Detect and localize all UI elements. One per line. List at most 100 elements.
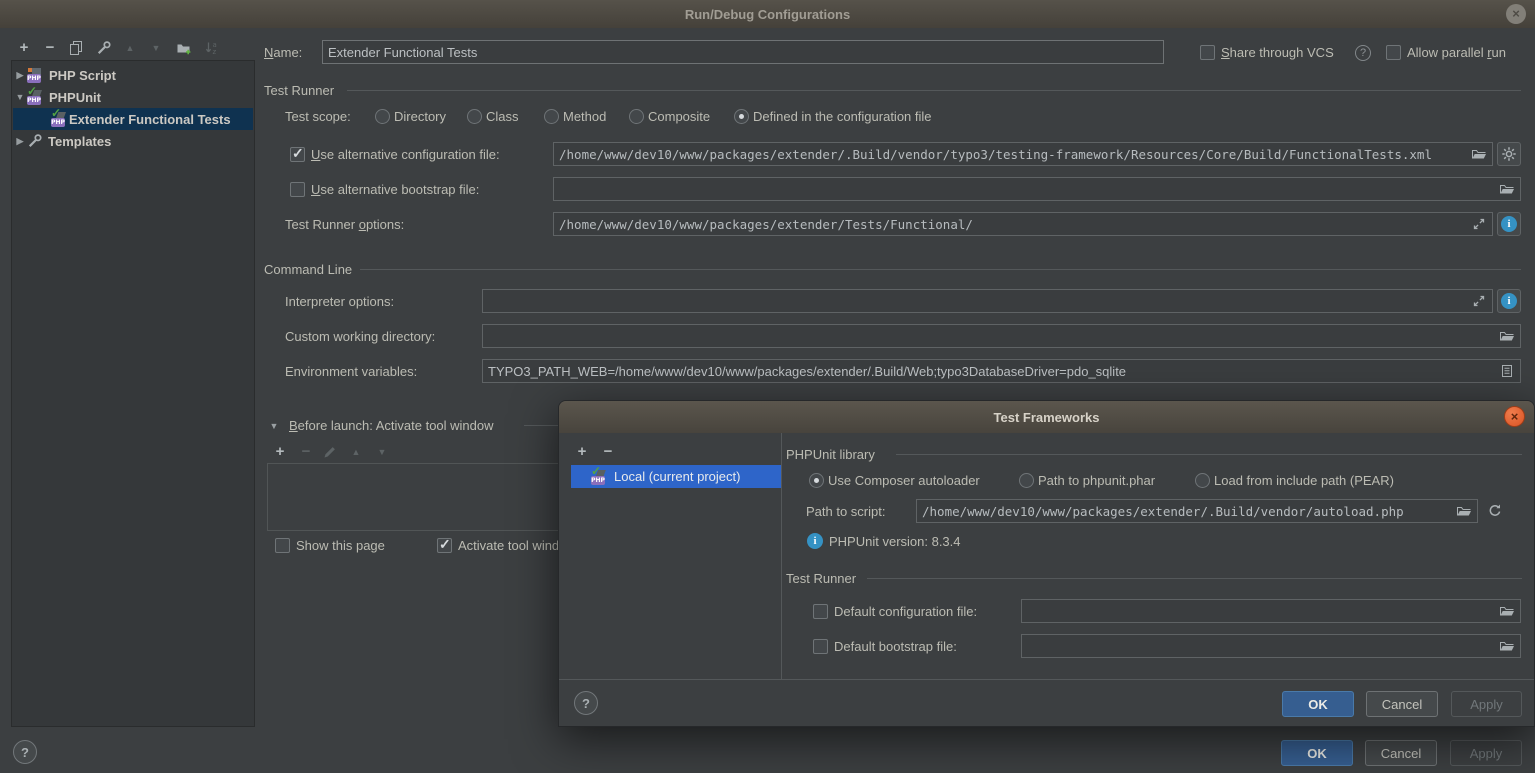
remove-framework-button[interactable]: − [600,444,616,460]
test-runner-options-input[interactable]: /home/www/dev10/www/packages/extender/Te… [553,212,1493,236]
ok-button[interactable]: OK [1281,740,1353,766]
add-framework-button[interactable]: + [574,444,590,460]
share-through-vcs-label: Share through VCS [1221,45,1334,60]
tree-item-php-script[interactable]: ▶ PHP PHP Script [13,64,253,86]
scope-method-radio[interactable] [544,109,559,124]
folder-icon[interactable] [1471,146,1487,162]
dialog-test-runner-section-title: Test Runner [786,571,856,586]
include-path-radio[interactable] [1195,473,1210,488]
interpreter-info-button[interactable]: i [1497,289,1521,313]
phpunit-icon: ✓PHP [591,469,609,485]
default-config-input[interactable] [1021,599,1521,623]
chevron-right-icon[interactable]: ▶ [13,70,27,81]
scope-class-label: Class [486,109,519,124]
dialog-title: Test Frameworks [994,410,1100,425]
before-launch-title: Before launch: Activate tool window [289,418,494,433]
window-titlebar[interactable]: Run/Debug Configurations [0,0,1535,28]
interpreter-options-input[interactable] [482,289,1493,313]
folder-icon[interactable] [1456,503,1472,519]
help-icon[interactable]: ? [1355,45,1371,61]
run-debug-configurations-window: Run/Debug Configurations × + − ▲ ▼ ▶ PHP… [0,0,1535,773]
folder-icon[interactable] [1499,603,1515,619]
runner-options-info-button[interactable]: i [1497,212,1521,236]
path-to-script-label: Path to script: [806,504,885,519]
composer-autoloader-radio[interactable] [809,473,824,488]
close-icon[interactable]: × [1504,406,1525,427]
tree-item-label: Templates [48,134,111,149]
refresh-icon[interactable] [1487,503,1503,519]
framework-list-item[interactable]: ✓PHP Local (current project) [571,465,781,488]
gear-icon [1501,146,1517,162]
expand-icon[interactable] [1471,293,1487,309]
allow-parallel-run-checkbox[interactable] [1386,45,1401,60]
dialog-cancel-button[interactable]: Cancel [1366,691,1438,717]
sort-alphabetically-icon [204,40,220,56]
share-through-vcs-checkbox[interactable] [1200,45,1215,60]
chevron-right-icon[interactable]: ▶ [13,136,27,147]
info-icon: i [1501,293,1517,309]
remove-configuration-button[interactable]: − [42,40,58,56]
alt-bootstrap-file-input[interactable] [553,177,1521,201]
name-label: Name: [264,45,302,60]
activate-tool-window-checkbox[interactable] [437,538,452,553]
framework-list-item-label: Local (current project) [614,469,740,484]
scope-class-radio[interactable] [467,109,482,124]
chevron-down-icon[interactable]: ▼ [13,92,27,102]
add-task-button[interactable]: + [272,444,288,460]
environment-variables-input[interactable]: TYPO3_PATH_WEB=/home/www/dev10/www/packa… [482,359,1521,383]
phpunit-library-section-title: PHPUnit library [786,447,875,462]
folder-icon[interactable] [1499,181,1515,197]
close-icon[interactable]: × [1506,4,1526,24]
tree-item-phpunit[interactable]: ▼ ✓PHP PHPUnit [13,86,253,108]
tree-item-templates[interactable]: ▶ Templates [13,130,253,152]
expand-icon[interactable] [1471,216,1487,232]
folder-icon[interactable] [1499,638,1515,654]
phpunit-phar-label: Path to phpunit.phar [1038,473,1155,488]
use-alt-config-checkbox[interactable] [290,147,305,162]
dialog-ok-button[interactable]: OK [1282,691,1354,717]
new-folder-icon[interactable] [176,40,192,56]
window-title: Run/Debug Configurations [685,7,850,22]
path-to-script-input[interactable]: /home/www/dev10/www/packages/extender/.B… [916,499,1478,523]
use-alt-bootstrap-checkbox[interactable] [290,182,305,197]
allow-parallel-run-label: Allow parallel run [1407,45,1506,60]
phpunit-icon: ✓PHP [27,89,45,105]
default-config-checkbox[interactable] [813,604,828,619]
scope-defined-in-config-radio[interactable] [734,109,749,124]
folder-icon[interactable] [1499,328,1515,344]
add-configuration-button[interactable]: + [16,40,32,56]
composer-autoloader-label: Use Composer autoloader [828,473,980,488]
alt-config-file-input[interactable]: /home/www/dev10/www/packages/extender/.B… [553,142,1493,166]
default-bootstrap-checkbox[interactable] [813,639,828,654]
scope-directory-radio[interactable] [375,109,390,124]
phpunit-phar-radio[interactable] [1019,473,1034,488]
section-divider [347,90,1521,91]
dialog-titlebar[interactable]: Test Frameworks [559,401,1534,433]
wrench-icon[interactable] [96,40,112,56]
move-down-icon: ▼ [148,40,164,56]
use-alt-config-label: Use alternative configuration file: [311,147,500,162]
include-path-label: Load from include path (PEAR) [1214,473,1394,488]
cancel-button[interactable]: Cancel [1365,740,1437,766]
tree-item-extender-functional-tests[interactable]: ✓PHP Extender Functional Tests [13,108,253,130]
config-settings-button[interactable] [1497,142,1521,166]
name-input[interactable]: Extender Functional Tests [322,40,1164,64]
dialog-apply-button: Apply [1451,691,1522,717]
working-directory-input[interactable] [482,324,1521,348]
phpunit-version-text: PHPUnit version: 8.3.4 [829,534,961,549]
show-this-page-checkbox[interactable] [275,538,290,553]
php-script-icon: PHP [27,67,45,83]
scope-composite-radio[interactable] [629,109,644,124]
wrench-icon [27,133,43,149]
command-line-section-title: Command Line [264,262,352,277]
remove-task-button: − [298,444,314,460]
help-button[interactable]: ? [13,740,37,764]
collapse-icon[interactable]: ▼ [266,418,282,434]
list-icon[interactable] [1499,363,1515,379]
test-runner-section-title: Test Runner [264,83,334,98]
scope-method-label: Method [563,109,606,124]
copy-icon[interactable] [68,40,84,56]
info-icon: i [1501,216,1517,232]
dialog-help-button[interactable]: ? [574,691,598,715]
default-bootstrap-input[interactable] [1021,634,1521,658]
